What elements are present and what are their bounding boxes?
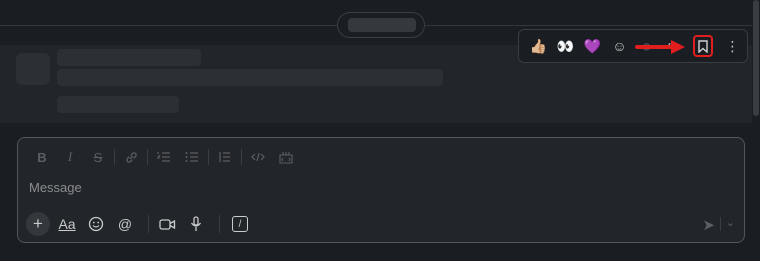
link-button[interactable] [117, 148, 145, 166]
bulleted-list-icon [185, 152, 198, 162]
date-skeleton [348, 18, 416, 32]
separator [208, 149, 209, 165]
send-button[interactable]: ➤ [702, 216, 715, 234]
composer-actions: + Aa @ / [26, 212, 254, 236]
reaction-purple-heart[interactable]: 💜 [579, 33, 606, 59]
avatar [16, 53, 50, 85]
add-reaction-icon[interactable]: ☺ [606, 33, 633, 59]
separator [241, 149, 242, 165]
italic-button[interactable]: I [56, 148, 84, 166]
message-actions-toolbar: 👍🏼 👀 💜 ☺ ◌ ↪ ⋮ [518, 29, 748, 63]
skeleton-line [57, 96, 179, 113]
ordered-list-button[interactable] [150, 148, 178, 166]
date-divider-pill[interactable] [337, 12, 425, 38]
shortcuts-button[interactable]: / [232, 216, 248, 232]
code-block-button[interactable] [272, 148, 300, 166]
reaction-eyes[interactable]: 👀 [552, 33, 579, 59]
bold-button[interactable]: B [28, 148, 56, 166]
audio-clip-button[interactable] [184, 212, 208, 236]
ordered-list-icon [157, 152, 170, 162]
blockquote-button[interactable] [211, 148, 239, 166]
separator [114, 149, 115, 165]
separator [720, 217, 721, 231]
skeleton-line [57, 69, 443, 86]
scrollbar[interactable] [752, 0, 760, 261]
bulleted-list-button[interactable] [178, 148, 206, 166]
skeleton-line [57, 49, 201, 66]
scroll-thumb[interactable] [753, 0, 759, 116]
bookmark-icon [698, 39, 708, 53]
reaction-thumbs-up[interactable]: 👍🏼 [525, 33, 552, 59]
separator [219, 215, 220, 233]
emoji-icon [88, 216, 104, 232]
mention-button[interactable]: @ [113, 212, 137, 236]
annotation-arrow [635, 40, 685, 54]
separator [147, 149, 148, 165]
strikethrough-button[interactable]: S [84, 148, 112, 166]
send-options-chevron-icon[interactable]: ⌄ [726, 216, 735, 229]
message-input[interactable]: Message [29, 180, 82, 195]
video-clip-button[interactable] [155, 212, 179, 236]
separator [148, 215, 149, 233]
emoji-button[interactable] [84, 212, 108, 236]
code-icon [251, 152, 265, 162]
plus-button[interactable]: + [26, 212, 50, 236]
video-icon [158, 218, 175, 230]
format-toolbar: B I S [28, 148, 300, 166]
microphone-icon [190, 216, 202, 231]
message-composer: B I S Message + Aa @ / ➤ ⌄ [17, 137, 745, 243]
more-actions-icon[interactable]: ⋮ [719, 33, 746, 59]
blockquote-icon [219, 152, 230, 162]
code-button[interactable] [244, 148, 272, 166]
code-block-icon [279, 151, 293, 164]
save-bookmark-icon[interactable] [693, 35, 713, 57]
link-icon [125, 151, 137, 163]
formatting-toggle-button[interactable]: Aa [55, 212, 79, 236]
